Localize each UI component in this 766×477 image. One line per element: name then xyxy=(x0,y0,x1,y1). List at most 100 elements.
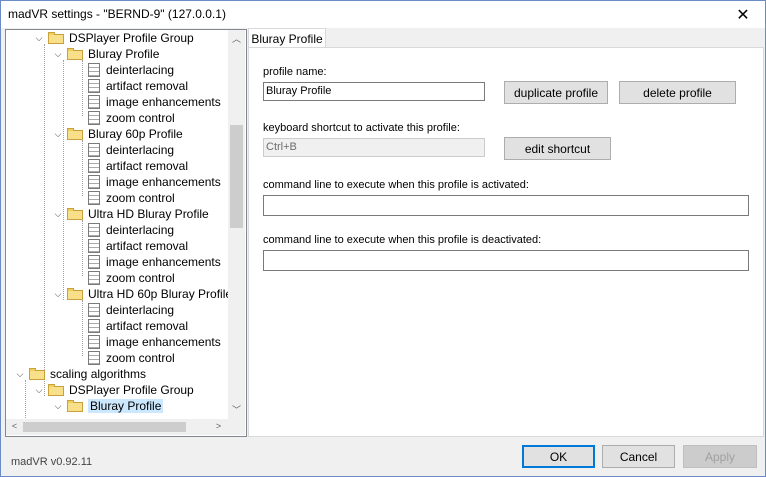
cancel-button[interactable]: Cancel xyxy=(602,445,675,468)
tree-node[interactable]: deinterlacing xyxy=(88,302,174,318)
tree-node[interactable]: ⌵ Ultra HD 60p Bluray Profile xyxy=(52,286,232,302)
tree-node-label: Ultra HD 60p Bluray Profile xyxy=(88,287,233,301)
folder-icon xyxy=(67,128,84,140)
duplicate-profile-button[interactable]: duplicate profile xyxy=(504,81,608,104)
tree-node[interactable]: image enhancements xyxy=(88,334,221,350)
deactivated-command-label: command line to execute when this profil… xyxy=(263,234,542,246)
tree-node[interactable]: ⌵ Bluray Profile xyxy=(52,46,160,62)
collapse-arrow-icon[interactable]: ⌵ xyxy=(52,208,64,220)
scroll-left-icon[interactable]: < xyxy=(6,421,23,431)
tab-label: Bluray Profile xyxy=(251,32,323,46)
ok-button[interactable]: OK xyxy=(522,445,595,468)
collapse-arrow-icon[interactable]: ⌵ xyxy=(52,288,64,300)
tree-node[interactable]: artifact removal xyxy=(88,78,188,94)
tree-node-label: Bluray 60p Profile xyxy=(88,127,183,141)
folder-icon xyxy=(48,32,65,44)
page-icon xyxy=(88,319,100,333)
tree-node[interactable]: ⌵ scaling algorithms xyxy=(14,366,146,382)
deactivated-command-input[interactable] xyxy=(263,250,749,271)
settings-tree[interactable]: ⌵ DSPlayer Profile Group ⌵ Bluray Profile … xyxy=(5,29,247,437)
tree-node[interactable]: zoom control xyxy=(88,350,175,366)
scroll-right-icon[interactable]: > xyxy=(210,421,227,431)
collapse-arrow-icon[interactable]: ⌵ xyxy=(33,384,45,396)
tree-node-label: Bluray Profile xyxy=(88,47,160,61)
tree-node[interactable]: zoom control xyxy=(88,190,175,206)
tree-node[interactable]: zoom control xyxy=(88,270,175,286)
page-icon xyxy=(88,63,100,77)
tree-node[interactable]: image enhancements xyxy=(88,254,221,270)
page-icon xyxy=(88,271,100,285)
collapse-arrow-icon[interactable]: ⌵ xyxy=(52,48,64,60)
collapse-arrow-icon[interactable]: ⌵ xyxy=(52,128,64,140)
tree-node[interactable]: deinterlacing xyxy=(88,142,174,158)
tree-node-label: image enhancements xyxy=(106,95,221,109)
tree-node[interactable]: ⌵ DSPlayer Profile Group xyxy=(33,382,194,398)
tree-horizontal-scrollbar[interactable]: < > xyxy=(6,419,228,435)
collapse-arrow-icon[interactable]: ⌵ xyxy=(14,368,26,380)
page-icon xyxy=(88,159,100,173)
page-icon xyxy=(88,255,100,269)
tree-node-label: scaling algorithms xyxy=(50,367,147,381)
scrollbar-corner xyxy=(228,419,245,435)
tree-node-label: artifact removal xyxy=(106,159,189,173)
tree-node-label: image enhancements xyxy=(106,175,221,189)
tree-node[interactable]: zoom control xyxy=(88,110,175,126)
scroll-down-icon[interactable]: ﹀ xyxy=(228,403,245,416)
scroll-up-icon[interactable]: ︿ xyxy=(228,32,245,45)
tree-node-label: DSPlayer Profile Group xyxy=(69,31,194,45)
tree-node-label: artifact removal xyxy=(106,79,189,93)
tree-node-label: artifact removal xyxy=(106,239,189,253)
tree-node-label: image enhancements xyxy=(106,335,221,349)
tree-node[interactable]: ⌵ Bluray 60p Profile xyxy=(52,126,183,142)
page-icon xyxy=(88,143,100,157)
folder-icon xyxy=(67,48,84,60)
page-icon xyxy=(88,95,100,109)
folder-icon xyxy=(48,384,65,396)
profile-name-input[interactable]: Bluray Profile xyxy=(263,82,485,101)
tree-node-label: zoom control xyxy=(106,111,175,125)
close-icon[interactable]: ✕ xyxy=(721,1,765,28)
tree-node[interactable]: artifact removal xyxy=(88,158,188,174)
edit-shortcut-button[interactable]: edit shortcut xyxy=(504,137,611,160)
folder-icon xyxy=(67,288,84,300)
tree-node-label: deinterlacing xyxy=(106,143,175,157)
page-icon xyxy=(88,111,100,125)
tree-node[interactable]: deinterlacing xyxy=(88,222,174,238)
tree-node[interactable]: ⌵ DSPlayer Profile Group xyxy=(33,30,194,46)
shortcut-label: keyboard shortcut to activate this profi… xyxy=(263,122,460,134)
page-icon xyxy=(88,191,100,205)
collapse-arrow-icon[interactable]: ⌵ xyxy=(33,32,45,44)
tab-bluray-profile[interactable]: Bluray Profile xyxy=(248,28,326,49)
page-icon xyxy=(88,175,100,189)
collapse-arrow-icon[interactable]: ⌵ xyxy=(52,400,64,412)
tree-node[interactable]: artifact removal xyxy=(88,238,188,254)
activated-command-input[interactable] xyxy=(263,195,749,216)
settings-window: madVR settings - "BERND-9" (127.0.0.1) ✕… xyxy=(0,0,766,477)
tree-node-label: zoom control xyxy=(106,351,175,365)
tree-node[interactable]: artifact removal xyxy=(88,318,188,334)
shortcut-field: Ctrl+B xyxy=(263,138,485,157)
tree-node-selected[interactable]: ⌵ Bluray Profile xyxy=(52,398,164,414)
apply-button[interactable]: Apply xyxy=(683,445,757,468)
page-icon xyxy=(88,223,100,237)
profile-panel: profile name: Bluray Profile duplicate p… xyxy=(248,47,764,437)
page-icon xyxy=(88,303,100,317)
delete-profile-button[interactable]: delete profile xyxy=(619,81,736,104)
scrollbar-thumb[interactable] xyxy=(230,125,243,228)
page-icon xyxy=(88,239,100,253)
tree-node[interactable]: image enhancements xyxy=(88,94,221,110)
window-title: madVR settings - "BERND-9" (127.0.0.1) xyxy=(8,7,226,21)
profile-name-label: profile name: xyxy=(263,66,327,78)
tree-vertical-scrollbar[interactable]: ︿ ﹀ xyxy=(228,30,245,419)
tree-node-label: zoom control xyxy=(106,271,175,285)
tree-node-label: artifact removal xyxy=(106,319,189,333)
scrollbar-thumb[interactable] xyxy=(23,422,186,432)
folder-icon xyxy=(29,368,46,380)
tree-node[interactable]: ⌵ Ultra HD Bluray Profile xyxy=(52,206,209,222)
tree-node[interactable]: image enhancements xyxy=(88,174,221,190)
tree-node-label: Bluray Profile xyxy=(88,399,164,413)
folder-icon xyxy=(67,208,84,220)
tree-node[interactable]: deinterlacing xyxy=(88,62,174,78)
tree-node-label: Ultra HD Bluray Profile xyxy=(88,207,209,221)
page-icon xyxy=(88,351,100,365)
